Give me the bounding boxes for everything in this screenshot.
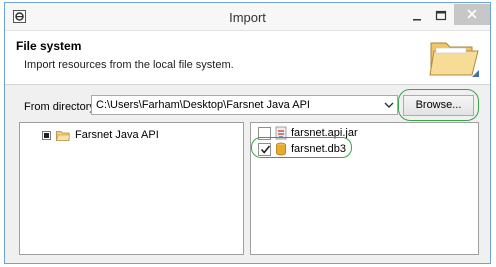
file-label: farsnet.api.jar: [291, 127, 358, 139]
check-icon: [260, 144, 271, 154]
folder-tree-pane[interactable]: Farsnet Java API: [19, 122, 244, 255]
folder-icon: [56, 130, 70, 141]
minimize-button[interactable]: [407, 7, 427, 25]
maximize-icon: [435, 10, 447, 21]
from-directory-label: From directory:: [24, 101, 98, 113]
directory-combo[interactable]: C:\Users\Farham\Desktop\Farsnet Java API: [91, 95, 398, 115]
import-dialog: Import File system Import resources from…: [4, 2, 491, 264]
close-icon: [467, 9, 477, 19]
header-title: File system: [16, 39, 82, 53]
open-folder-icon: [429, 42, 479, 77]
database-file-icon: [276, 142, 286, 156]
tree-item-farsnet-java-api[interactable]: Farsnet Java API: [42, 127, 159, 143]
file-list-pane[interactable]: farsnet.api.jar farsnet.db3: [250, 122, 479, 255]
tree-item-label: Farsnet Java API: [75, 129, 159, 141]
tree-partial-checkbox[interactable]: [42, 130, 51, 140]
file-item-farsnet-api-jar[interactable]: farsnet.api.jar: [258, 125, 358, 141]
file-label: farsnet.db3: [291, 143, 347, 155]
file-checkbox-jar[interactable]: [258, 126, 271, 140]
chevron-down-icon[interactable]: [383, 99, 395, 111]
browse-button[interactable]: Browse...: [403, 95, 474, 116]
maximize-button[interactable]: [431, 7, 451, 25]
minimize-icon: [413, 19, 421, 21]
directory-value: C:\Users\Farham\Desktop\Farsnet Java API: [96, 99, 310, 111]
title-bar: Import: [5, 3, 490, 31]
jar-file-icon: [275, 126, 287, 140]
header-description: Import resources from the local file sys…: [24, 59, 234, 71]
file-item-farsnet-db3[interactable]: farsnet.db3: [258, 141, 346, 157]
header-banner: File system Import resources from the lo…: [5, 31, 490, 85]
close-button[interactable]: [454, 4, 490, 25]
file-checkbox-db3[interactable]: [258, 142, 271, 156]
